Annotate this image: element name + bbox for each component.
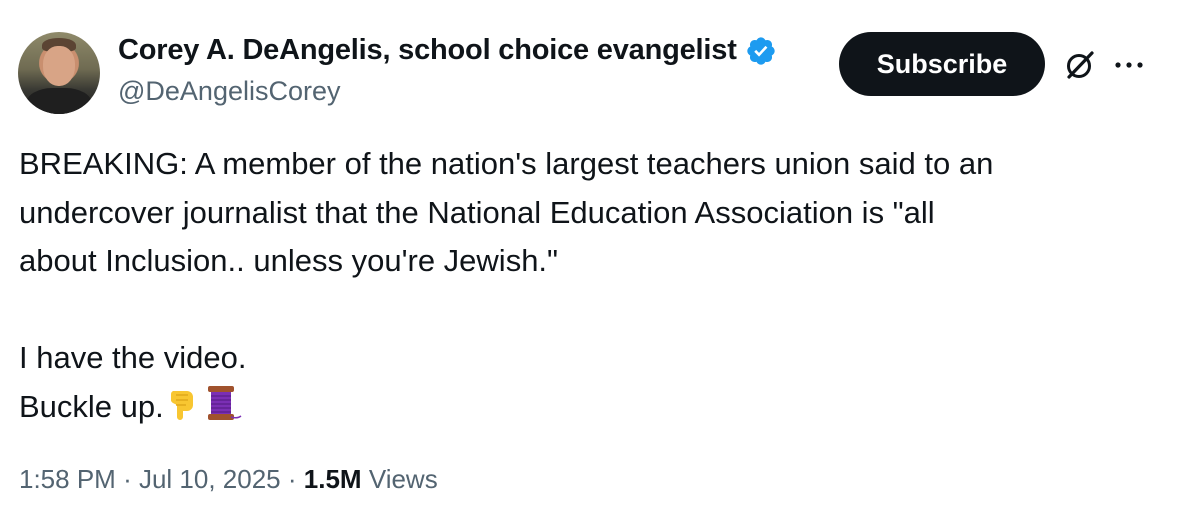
tweet-card: Corey A. DeAngelis, school choice evange… bbox=[0, 0, 1180, 514]
grok-icon[interactable] bbox=[1063, 48, 1097, 82]
avatar-face bbox=[43, 46, 75, 86]
avatar-shirt bbox=[26, 88, 92, 114]
views-count[interactable]: 1.5M bbox=[304, 464, 362, 494]
tweet-text-line: undercover journalist that the National … bbox=[19, 194, 935, 230]
author-display-name[interactable]: Corey A. DeAngelis, school choice evange… bbox=[118, 34, 737, 67]
tweet-date[interactable]: Jul 10, 2025 bbox=[139, 464, 281, 494]
avatar[interactable] bbox=[18, 32, 100, 114]
tweet-text-line: about Inclusion.. unless you're Jewish." bbox=[19, 243, 559, 278]
tweet-time[interactable]: 1:58 PM bbox=[19, 464, 116, 494]
tweet-text-line: BREAKING: A member of the nation's large… bbox=[19, 146, 994, 181]
subscribe-button[interactable]: Subscribe bbox=[839, 32, 1045, 96]
tweet-text: BREAKING: A member of the nation's large… bbox=[19, 140, 1159, 431]
author-handle[interactable]: @DeAngelisCorey bbox=[118, 76, 341, 107]
views-label[interactable]: Views bbox=[369, 464, 438, 494]
tweet-text-segment: Buckle up. bbox=[19, 388, 164, 424]
tweet-text-line-with-emoji: Buckle up. bbox=[19, 383, 1159, 432]
backhand-index-pointing-down-icon bbox=[170, 390, 193, 420]
meta-separator: · bbox=[123, 464, 132, 494]
tweet-text-line: I have the video. bbox=[19, 340, 247, 375]
tweet-meta: 1:58 PM · Jul 10, 2025 · 1.5M Views bbox=[19, 464, 438, 495]
meta-separator: · bbox=[287, 464, 297, 494]
spool-of-thread-icon bbox=[207, 385, 242, 420]
more-options-icon[interactable] bbox=[1113, 55, 1145, 75]
author-name-row: Corey A. DeAngelis, school choice evange… bbox=[118, 34, 777, 67]
verified-badge-icon[interactable] bbox=[745, 35, 777, 67]
